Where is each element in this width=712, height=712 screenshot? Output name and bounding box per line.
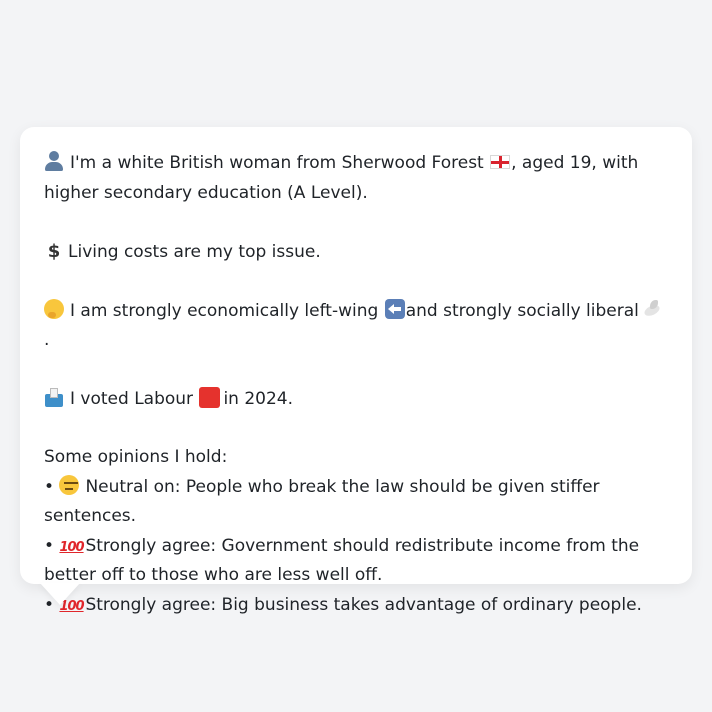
person-icon — [44, 151, 66, 171]
dollar-icon: $ — [47, 241, 61, 262]
ballot-box-icon — [44, 387, 66, 407]
ideology-text-middle: and strongly socially liberal — [405, 300, 639, 321]
issue-text: Living costs are my top issue. — [68, 242, 321, 262]
hundred-points-icon: 100 — [59, 539, 84, 555]
thinking-face-icon — [44, 298, 66, 319]
vote-text: I voted Labour — [70, 388, 194, 409]
dove-icon — [642, 299, 664, 319]
identity-paragraph: I'm a white British woman from Sherwood … — [44, 149, 668, 208]
speech-bubble-tail — [40, 583, 80, 605]
ideology-paragraph: I am strongly economically left-wing and… — [44, 297, 668, 356]
opinion-stance: Strongly agree: — [85, 535, 217, 556]
opinions-section: Some opinions I hold: • Neutral on: Peop… — [44, 443, 668, 620]
opinion-stance: Neutral on: — [85, 476, 181, 497]
opinion-item: • Neutral on: People who break the law s… — [44, 473, 668, 532]
opinion-statement: Big business takes advantage of ordinary… — [221, 594, 642, 615]
bullet: • — [44, 535, 55, 556]
issue-paragraph: $ Living costs are my top issue. — [44, 237, 668, 268]
opinion-stance: Strongly agree: — [85, 594, 217, 615]
persona-card: I'm a white British woman from Sherwood … — [20, 127, 692, 615]
opinion-item: • 100 Strongly agree: Government should r… — [44, 532, 668, 591]
red-square-icon — [199, 386, 221, 408]
opinion-item: • 100 Strongly agree: Big business takes … — [44, 591, 668, 621]
ideology-text-end: . — [44, 330, 50, 350]
ideology-text: I am strongly economically left-wing — [70, 300, 379, 321]
vote-text-end: in 2024. — [223, 388, 294, 409]
opinions-heading: Some opinions I hold: — [44, 447, 228, 467]
left-arrow-icon — [384, 298, 405, 319]
bullet: • — [44, 476, 55, 497]
identity-text: I'm a white British woman from Sherwood … — [70, 153, 484, 173]
england-flag-icon — [490, 155, 511, 169]
neutral-face-icon — [59, 474, 81, 495]
vote-paragraph: I voted Labour in 2024. — [44, 385, 668, 415]
